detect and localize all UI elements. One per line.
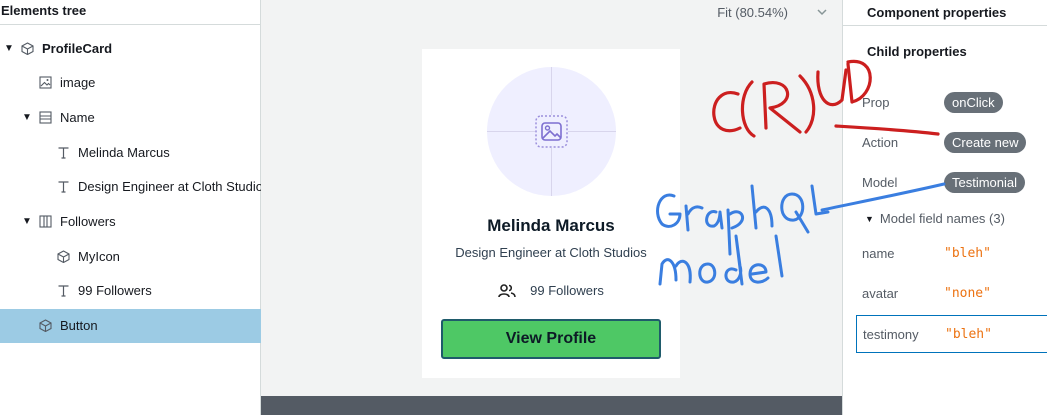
tree-item-label: Name (60, 109, 95, 125)
people-icon (498, 283, 516, 297)
tree-item-name[interactable]: ▼ Name (0, 100, 282, 134)
tree-item-label: image (60, 75, 96, 91)
tree-item-label: MyIcon (78, 248, 120, 264)
tree-item-label: Design Engineer at Cloth Studios (78, 179, 270, 195)
field-value[interactable]: "bleh" (945, 327, 992, 342)
profile-card-preview[interactable]: Melinda Marcus Design Engineer at Cloth … (422, 49, 680, 378)
child-properties-title: Child properties (867, 44, 967, 59)
flex-row-icon (38, 215, 52, 229)
tree-item-design-engineer-at-cloth-studios[interactable]: Design Engineer at Cloth Studios (0, 170, 300, 204)
tree-item-label: Melinda Marcus (78, 144, 170, 160)
tree-item-label: Followers (60, 214, 116, 229)
card-followers: 99 Followers (422, 283, 680, 298)
prop-label: Prop (862, 95, 890, 110)
tree-item-label: ProfileCard (42, 40, 113, 56)
view-profile-button[interactable]: View Profile (441, 319, 661, 359)
card-name: Melinda Marcus (487, 216, 615, 235)
tree-item-myicon[interactable]: MyIcon (0, 239, 300, 273)
model-field-names-toggle[interactable]: ▼ Model field names (3) (865, 211, 1005, 226)
field-name: name (862, 246, 895, 261)
component-properties-title: Component properties (843, 0, 1047, 26)
image-placeholder-icon (535, 115, 568, 148)
text-icon (56, 145, 70, 159)
field-row-testimony[interactable]: testimony "bleh" (856, 315, 1047, 353)
followers-count: 99 Followers (530, 283, 604, 298)
tree-item-profilecard[interactable]: ▼ ProfileCard (0, 31, 264, 65)
chevron-down-icon (817, 9, 827, 16)
model-label: Model (862, 175, 898, 190)
component-properties-panel: Component properties Child properties Pr… (842, 0, 1047, 415)
field-name: avatar (862, 286, 899, 301)
tree-item-image[interactable]: image (0, 66, 282, 100)
model-row: Model Testimonial (862, 172, 1026, 193)
tree-item-button[interactable]: Button (0, 308, 282, 343)
field-name: testimony (863, 326, 919, 342)
text-icon (56, 284, 70, 298)
model-value-pill[interactable]: Testimonial (944, 172, 1026, 193)
canvas-footer-bar (261, 396, 842, 415)
action-row: Action Create new (862, 132, 1027, 153)
zoom-control[interactable]: Fit (80.54%) (717, 0, 828, 24)
prop-row: Prop onClick (862, 92, 1003, 113)
field-value[interactable]: "none" (944, 286, 991, 301)
field-value[interactable]: "bleh" (944, 246, 991, 261)
tree-item-label: Button (60, 318, 98, 334)
zoom-label: Fit (80.54%) (717, 4, 788, 20)
prop-value-pill[interactable]: onClick (944, 92, 1003, 113)
text-icon (56, 180, 70, 194)
tree-item-melinda-marcus[interactable]: Melinda Marcus (0, 135, 300, 169)
field-row-name[interactable]: name "bleh" (862, 246, 991, 261)
tree-item-label: 99 Followers (78, 283, 152, 299)
model-field-names-label: Model field names (3) (879, 211, 1005, 226)
elements-tree-panel: Elements tree ▼ ProfileCard image ▼ Name Meli… (0, 0, 282, 415)
design-canvas: Fit (80.54%) Melinda Marcus Design Engin… (261, 0, 842, 415)
expand-caret-icon[interactable]: ▼ (22, 112, 32, 123)
component-icon (56, 249, 70, 263)
component-icon (20, 41, 34, 55)
action-label: Action (862, 135, 899, 150)
action-value-pill[interactable]: Create new (944, 132, 1027, 153)
avatar-placeholder (487, 67, 616, 196)
image-icon (38, 76, 52, 90)
elements-tree-title: Elements tree (0, 0, 260, 25)
field-row-avatar[interactable]: avatar "none" (862, 286, 991, 301)
expand-caret-icon[interactable]: ▼ (4, 43, 14, 54)
tree-item-99-followers[interactable]: 99 Followers (0, 274, 300, 308)
tree-item-followers[interactable]: ▼ Followers (0, 205, 282, 239)
component-icon (38, 319, 52, 333)
expand-caret-icon[interactable]: ▼ (22, 216, 32, 227)
caret-down-icon: ▼ (865, 213, 874, 224)
flex-column-icon (38, 110, 52, 124)
card-role: Design Engineer at Cloth Studios (455, 245, 647, 260)
